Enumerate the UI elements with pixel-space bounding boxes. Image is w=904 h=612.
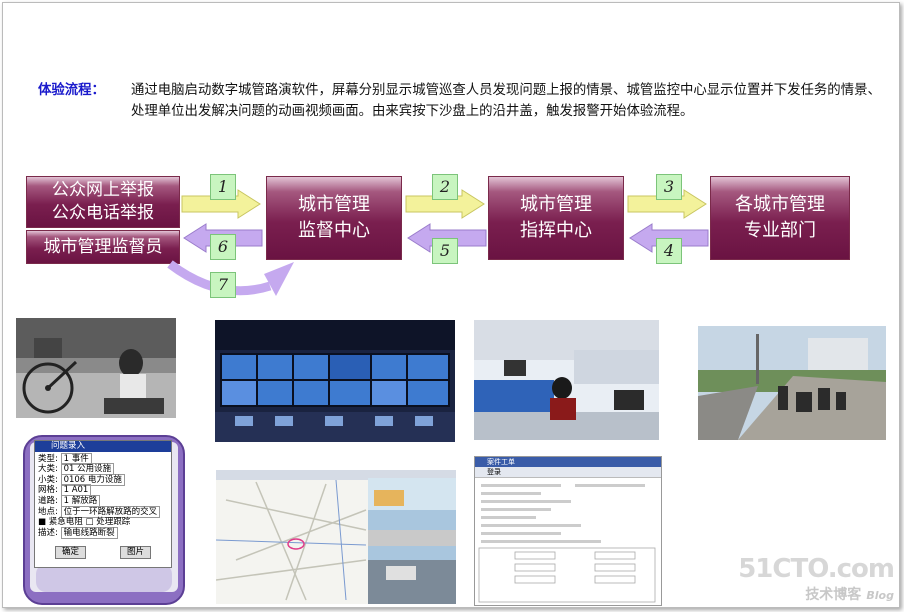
public-web-report-label: 公众网上举报 [52, 180, 154, 200]
case-ticket-title: 案件工单 [475, 457, 661, 467]
step-label-7: 7 [210, 272, 236, 298]
intro-label: 体验流程： [38, 83, 105, 98]
departments-line2: 专业部门 [744, 220, 816, 241]
supervisor-box: 城市管理监督员 [26, 230, 180, 264]
pda-title: 问题录入 [35, 441, 171, 452]
public-phone-report-label: 公众电话举报 [52, 203, 154, 223]
step-label-1: 1 [210, 174, 236, 200]
command-center-line2: 指挥中心 [520, 220, 592, 241]
control-room-photo [215, 320, 455, 442]
step-label-6: 6 [210, 234, 236, 260]
step-label-4: 4 [656, 238, 682, 264]
intro-paragraph: 体验流程： 通过电脑启动数字城管路演软件，屏幕分别显示城管巡查人员发现问题上报的… [38, 80, 893, 122]
case-ticket-toolbar: 登录 [475, 467, 661, 478]
step-label-2: 2 [432, 174, 458, 200]
pda-photo-button[interactable]: 图片 [119, 546, 151, 559]
pda-row[interactable]: 道路: 1 解放路 [38, 494, 168, 507]
pda-ok-button[interactable]: 确定 [54, 546, 86, 559]
pda-row[interactable]: 网格: 1 A01 [38, 484, 168, 497]
pda-row[interactable]: 地点: 位于一环路解放路的交叉 [38, 505, 168, 518]
road-dispatch-photo [698, 326, 886, 440]
watermark: 51CTO.com 技术博客 Blog [738, 554, 895, 604]
case-ticket-window: 案件工单 登录 [474, 456, 662, 606]
pda-form: 类型: 1 事件 大类: 01 公用设施 小类: 0106 电力设施 网格: 1… [35, 452, 171, 561]
departments-line1: 各城市管理 [735, 194, 825, 215]
supervisor-label: 城市管理监督员 [43, 237, 163, 257]
street-inspection-photo [16, 318, 176, 418]
watermark-blog: Blog [866, 589, 894, 602]
pda-check-tracking[interactable]: 处理跟踪 [96, 517, 130, 527]
operator-desk-photo [474, 320, 659, 440]
step-label-5: 5 [432, 238, 458, 264]
pda-check-emergency[interactable]: 紧急电阻 [49, 517, 83, 527]
watermark-sub: 技术博客 [805, 587, 862, 603]
case-ticket-login-tab[interactable]: 登录 [487, 468, 501, 476]
departments-box: 各城市管理 专业部门 [710, 176, 850, 260]
case-ticket-form [478, 484, 656, 603]
step-label-3: 3 [656, 174, 682, 200]
command-center-line1: 城市管理 [520, 194, 592, 215]
public-reporting-box: 公众网上举报 公众电话举报 [26, 176, 180, 228]
supervision-center-line1: 城市管理 [298, 194, 370, 215]
watermark-site: 51CTO.com [738, 554, 895, 584]
pda-buttons: 确定 图片 [38, 546, 168, 559]
pda-screen: 问题录入 类型: 1 事件 大类: 01 公用设施 小类: 0106 电力设施 … [34, 440, 172, 568]
intro-text: 通过电脑启动数字城管路演软件，屏幕分别显示城管巡查人员发现问题上报的情景、城管监… [131, 83, 881, 119]
command-center-box: 城市管理 指挥中心 [488, 176, 624, 260]
pda-row[interactable]: 小类: 0106 电力设施 [38, 473, 168, 486]
map-location-screenshot [216, 470, 456, 604]
pda-desc[interactable]: 描述: 输电线路断裂 [38, 526, 168, 539]
